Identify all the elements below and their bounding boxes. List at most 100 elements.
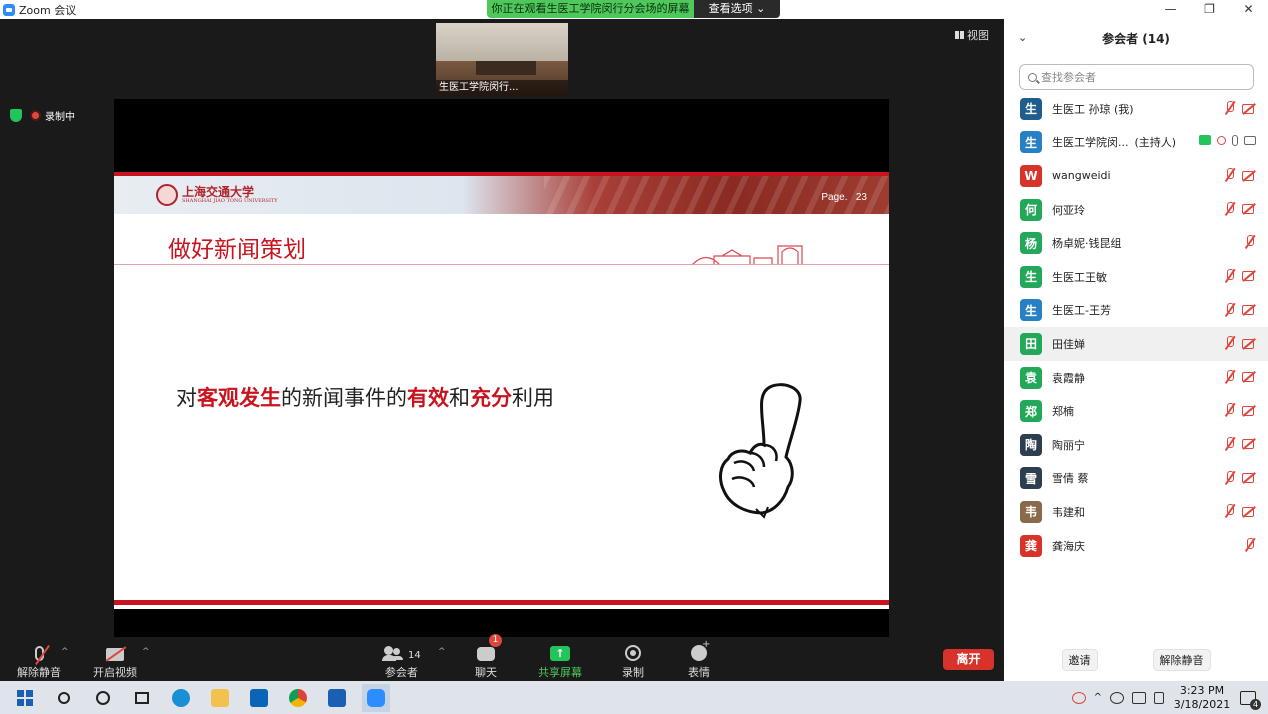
slide-header: 上海交通大学 SHANGHAI JIAO TONG UNIVERSITY Pag… [114,176,889,214]
mic-icon [1232,134,1238,146]
camera-off-icon [1242,472,1256,484]
reactions-button[interactable]: 表情 [688,639,710,680]
shield-icon [10,109,22,122]
share-screen-button[interactable]: ↑ 共享屏幕 [538,641,582,680]
leave-button[interactable]: 离开 [943,649,994,670]
participant-row[interactable]: 生生医工王敏 [1004,260,1268,294]
start-button[interactable] [11,684,39,712]
edge-button[interactable] [167,684,195,712]
participant-row[interactable]: 袁袁霞静 [1004,361,1268,395]
body-text: 的新闻事件的 [281,386,407,410]
meeting-toolbar: 解除静音 ^ 开启视频 ^ 14 参会者 ^ 1 聊天 ↑ 共享屏幕 录制 表情… [0,634,1004,681]
participant-row[interactable]: 何何亚玲 [1004,193,1268,227]
audio-options-caret-icon[interactable]: ^ [61,647,69,657]
slide-body-text: 对客观发生的新闻事件的有效和充分利用 [176,382,554,412]
participant-row[interactable]: 雪雪倩 蔡 [1004,462,1268,496]
participant-row[interactable]: 杨杨卓妮·钱昆组 [1004,226,1268,260]
unmute-button[interactable]: 解除静音 [17,641,61,680]
participant-name: 生医工-王芳 [1052,304,1111,318]
avatar: 龚 [1020,534,1042,557]
search-icon [1028,72,1037,82]
task-view-button[interactable] [128,684,156,712]
unmute-label: 解除静音 [17,666,61,679]
participant-row[interactable]: Wwangweidi [1004,159,1268,193]
participant-video-thumbnail[interactable]: 生医工学院闵行... [436,23,568,96]
invite-button[interactable]: 邀请 [1061,649,1098,671]
cortana-button[interactable] [89,684,117,712]
tray-expand-icon[interactable]: ^ [1094,692,1102,703]
reactions-label: 表情 [688,666,710,679]
start-video-button[interactable]: 开启视频 [93,641,137,680]
network-icon[interactable] [1132,691,1146,704]
participant-row[interactable]: 田田佳婵 [1004,327,1268,361]
participant-name: 田佳婵 [1052,337,1085,351]
onedrive-icon[interactable] [1110,691,1124,704]
participant-name: 龚海庆 [1052,539,1085,553]
zoom-taskbar-button[interactable] [362,683,390,712]
record-button[interactable]: 录制 [622,641,644,680]
window-controls: — ❐ ✕ [1151,0,1268,19]
video-area: 生医工学院闵行... 视图 录制中 上海交通大学 SHANGHAI JIAO T… [0,19,1004,637]
chat-button[interactable]: 1 聊天 [475,634,502,680]
participants-caret-icon[interactable]: ^ [438,647,446,657]
notifications-icon[interactable]: 4 [1240,690,1261,710]
search-taskbar-button[interactable] [50,684,78,712]
store-button[interactable] [323,684,351,712]
windows-taskbar: ^ 3:23 PM 3/18/2021 4 [0,681,1268,714]
view-button[interactable]: 视图 [955,27,989,43]
participants-label: 参会者 [384,666,418,679]
avatar: 陶 [1020,433,1042,456]
participant-search-input[interactable]: 查找参会者 [1019,64,1254,90]
mic-muted-icon [1223,470,1236,485]
mic-muted-icon [1223,369,1236,384]
participant-row[interactable]: 韦韦建和 [1004,495,1268,529]
participant-row[interactable]: 生生医工 孙琼 (我) [1004,92,1268,126]
view-options-button[interactable]: 查看选项 ⌄ [694,0,780,18]
volume-icon[interactable] [1154,691,1164,704]
participant-row[interactable]: 生生医工学院闵... (主持人) [1004,126,1268,160]
video-options-caret-icon[interactable]: ^ [142,647,150,657]
avatar: 生 [1020,265,1042,288]
app-title: Zoom 会议 [0,2,76,18]
panel-footer: 邀请 解除静音 [1004,649,1268,671]
maximize-button[interactable]: ❐ [1190,0,1229,19]
close-button[interactable]: ✕ [1229,0,1268,19]
outlook-button[interactable] [245,684,273,712]
outlook-icon [250,688,268,707]
participant-status-icons [1223,101,1256,115]
participant-status-icons [1223,201,1256,216]
clock[interactable]: 3:23 PM 3/18/2021 [1172,684,1232,712]
collapse-chevron-icon[interactable]: ⌄ [1018,31,1027,44]
body-text: 和 [449,386,470,410]
sogou-ime-icon[interactable] [1071,691,1086,704]
body-highlight: 客观发生 [197,386,281,410]
mic-muted-icon [1223,403,1236,417]
store-icon [328,688,346,707]
body-highlight: 有效 [407,386,449,410]
recording-icon [1217,135,1226,145]
participant-row[interactable]: 郑郑楠 [1004,394,1268,428]
minimize-button[interactable]: — [1151,0,1190,19]
camera-off-icon [1242,438,1256,450]
participant-row[interactable]: 生生医工-王芳 [1004,294,1268,328]
participant-row[interactable]: 陶陶丽宁 [1004,428,1268,462]
view-label: 视图 [967,29,989,42]
avatar: 何 [1020,198,1042,221]
panel-title: 参会者 (14) [1102,31,1170,46]
avatar: 生 [1020,131,1042,154]
explorer-button[interactable] [206,684,234,712]
camera-off-icon [1242,506,1256,518]
participants-button[interactable]: 14 参会者 [382,641,421,680]
mic-muted-icon [1223,101,1236,115]
chrome-button[interactable] [284,684,312,712]
page-label: Page. [821,192,848,203]
mute-all-button[interactable]: 解除静音 [1152,649,1211,671]
avatar: W [1020,164,1042,187]
edge-icon [172,688,190,707]
participant-row[interactable]: 龚龚海庆 [1004,529,1268,563]
mic-muted-icon [34,646,44,661]
avatar: 田 [1020,332,1042,355]
chat-label: 聊天 [475,666,497,679]
avatar: 郑 [1020,400,1042,423]
slide-title: 做好新闻策划 [168,237,306,263]
